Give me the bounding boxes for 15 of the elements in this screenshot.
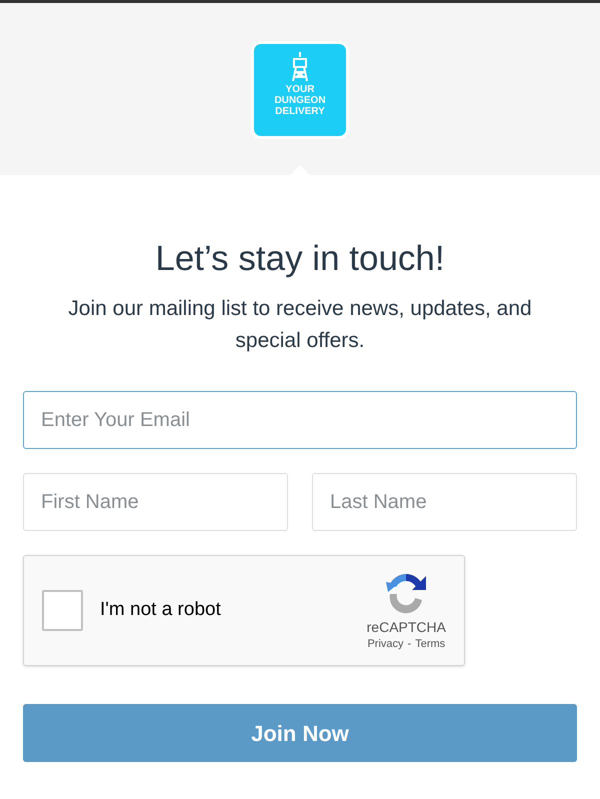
heading: Let’s stay in touch! [155,238,445,280]
terms-link[interactable]: Terms [415,636,446,652]
checkbox[interactable] [42,590,83,631]
checkbox-label: I'm not a robot [100,598,221,622]
subheading: Join our mailing list to receive news, updates, and special offers. [67,296,533,354]
privacy-link[interactable]: Privacy [367,636,404,652]
separator: - [408,636,412,652]
last-name-field[interactable]: Last Name [312,473,577,531]
tower-icon [290,52,310,82]
logo-text: DELIVERY [275,106,325,117]
email-field[interactable]: Enter Your Email [23,391,577,449]
logo-text: DUNGEON [274,95,326,106]
first-name-field[interactable]: First Name [23,473,288,531]
recaptcha-brand: reCAPTCHA [366,618,446,636]
logo-text: YOUR [286,84,314,95]
